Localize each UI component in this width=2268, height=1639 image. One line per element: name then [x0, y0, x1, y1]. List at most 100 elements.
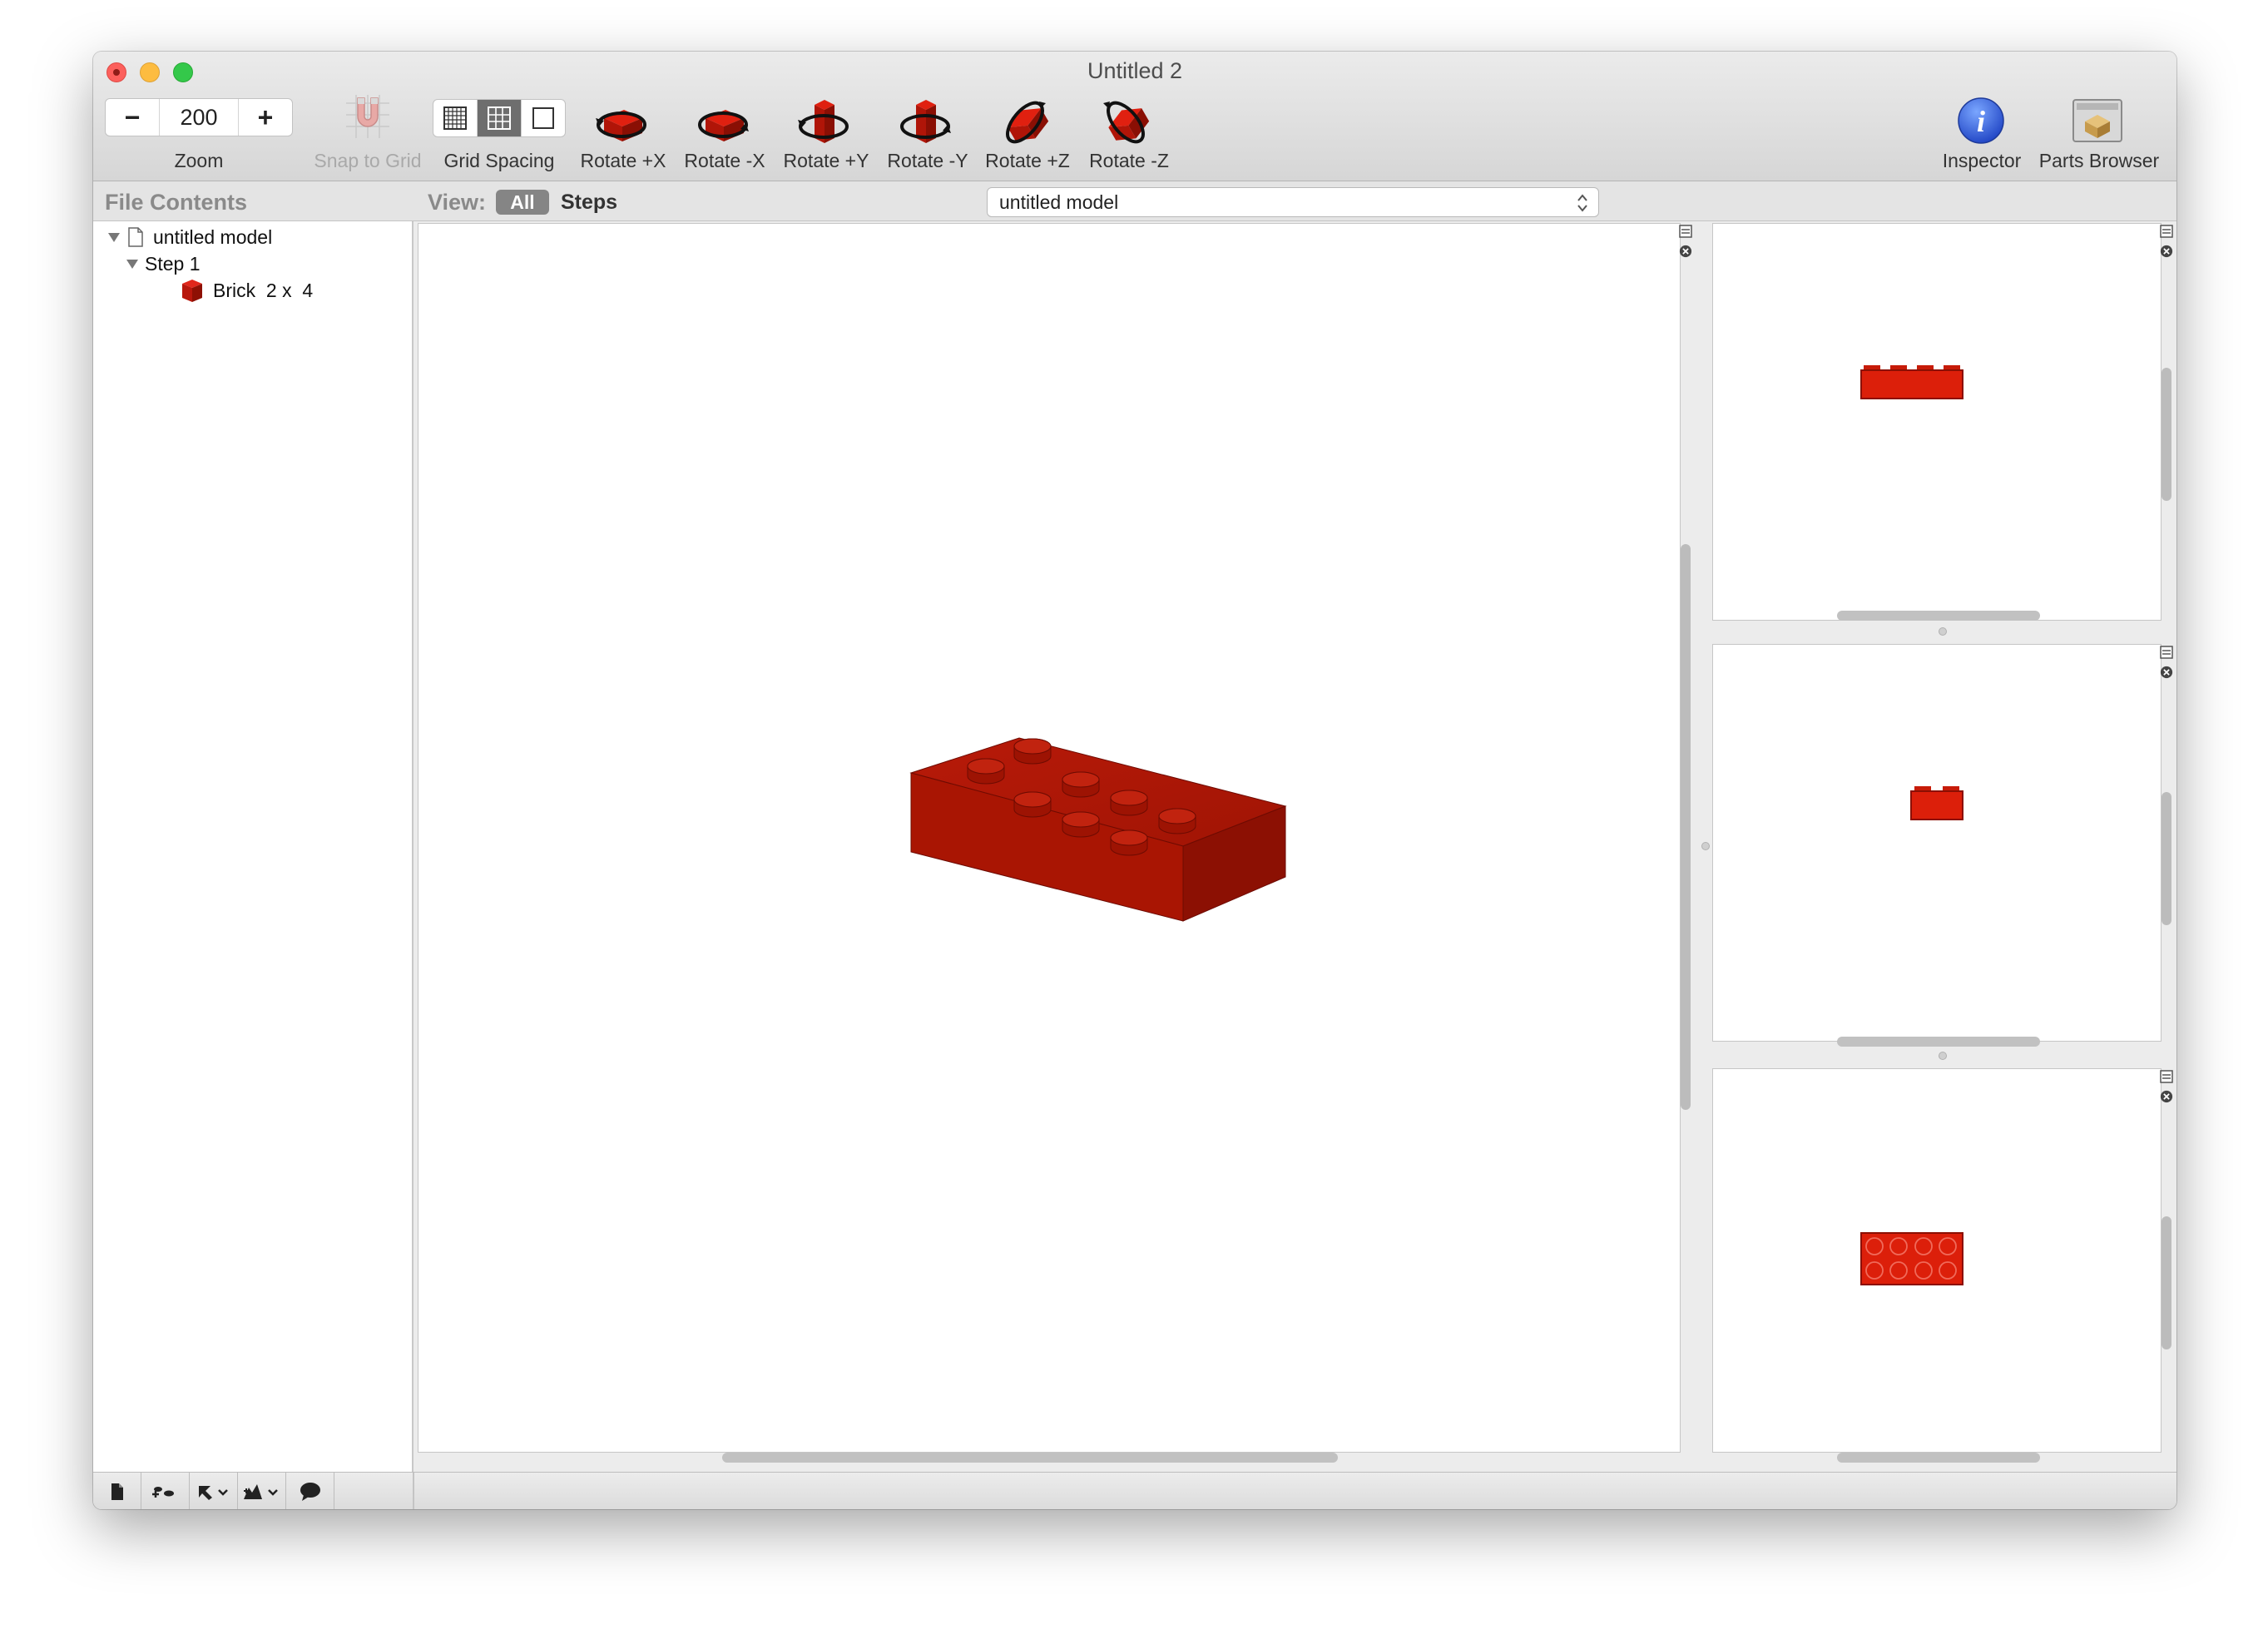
- tree-item-part[interactable]: Brick 2 x 4: [180, 278, 313, 303]
- grid-medium-option[interactable]: [478, 100, 522, 136]
- viewport-horizontal-scrollbar[interactable]: [722, 1453, 1338, 1463]
- model-select-value: untitled model: [999, 191, 1119, 213]
- add-model-button[interactable]: [238, 1473, 286, 1509]
- parts-box-icon: [2072, 99, 2122, 142]
- add-model-icon: [243, 1483, 278, 1499]
- magnet-icon: [346, 95, 389, 138]
- viewport-close-icon[interactable]: [1679, 245, 1692, 258]
- top-view-horizontal-scrollbar[interactable]: [1837, 1453, 2040, 1463]
- new-document-button[interactable]: [93, 1473, 141, 1509]
- grid-spacing-label: Grid Spacing: [443, 150, 555, 171]
- tree-item-step[interactable]: Step 1: [125, 251, 201, 276]
- model-select[interactable]: untitled model: [987, 187, 1599, 217]
- rotate-plus-y-label: Rotate +Y: [783, 150, 869, 171]
- top-view-split-icon[interactable]: [2160, 1070, 2173, 1083]
- grid-fine-option[interactable]: [433, 100, 478, 136]
- snap-to-grid-label: Snap to Grid: [314, 150, 422, 171]
- add-step-button[interactable]: [141, 1473, 190, 1509]
- front-splitter-handle[interactable]: [1939, 627, 1947, 636]
- rotate-plus-x-button[interactable]: [592, 93, 651, 156]
- disclosure-triangle-icon[interactable]: [125, 256, 140, 271]
- grid-coarse-option[interactable]: [522, 100, 565, 136]
- rotate-plus-y-button[interactable]: [795, 93, 853, 156]
- rotate-plus-x-icon: [596, 110, 646, 141]
- view-header-row: File Contents View: All Steps untitled m…: [93, 181, 2176, 221]
- rotate-plus-x-label: Rotate +X: [580, 150, 666, 171]
- toolbar: Untitled 2 − 200 + Zoom Snap to Grid Gri…: [93, 52, 2176, 181]
- updown-chevron-icon: [1577, 194, 1587, 212]
- zoom-label: Zoom: [174, 150, 224, 171]
- rotate-plus-z-icon: [1006, 101, 1049, 144]
- add-part-icon: [198, 1485, 228, 1500]
- rotate-plus-z-button[interactable]: [996, 93, 1054, 156]
- add-part-button[interactable]: [190, 1473, 238, 1509]
- rotate-minus-y-button[interactable]: [896, 93, 954, 156]
- brick-front-view: [1860, 365, 1963, 399]
- viewport-split-icon[interactable]: [1679, 225, 1692, 238]
- document-icon: [128, 227, 143, 247]
- inspector-label: Inspector: [1942, 150, 2022, 171]
- info-icon: i: [1958, 97, 2004, 144]
- rotate-minus-z-icon: [1103, 101, 1150, 144]
- front-view-vertical-scrollbar[interactable]: [2162, 368, 2171, 501]
- view-label: View:: [428, 190, 487, 215]
- tree-step-label: Step 1: [145, 252, 201, 275]
- rotate-minus-x-icon: [698, 110, 749, 141]
- rotate-minus-x-label: Rotate -X: [684, 150, 765, 171]
- zoom-in-button[interactable]: +: [239, 99, 292, 136]
- rotate-minus-z-button[interactable]: [1097, 93, 1155, 156]
- viewport-vertical-scrollbar[interactable]: [1681, 544, 1691, 1110]
- side-view-horizontal-scrollbar[interactable]: [1837, 1037, 2040, 1047]
- top-view-close-icon[interactable]: [2160, 1090, 2173, 1103]
- front-view-panel[interactable]: [1712, 223, 2162, 621]
- window-title: Untitled 2: [1087, 58, 1183, 83]
- side-view-close-icon[interactable]: [2160, 666, 2173, 679]
- parts-browser-button[interactable]: [2072, 97, 2123, 149]
- fine-grid-icon: [443, 106, 467, 130]
- tree-part-label: Brick 2 x 4: [213, 279, 314, 301]
- front-view-split-icon[interactable]: [2160, 225, 2173, 238]
- tree-model-label: untitled model: [153, 225, 273, 248]
- side-view-vertical-scrollbar[interactable]: [2162, 792, 2171, 925]
- brick-icon: [182, 280, 202, 302]
- front-view-close-icon[interactable]: [2160, 245, 2173, 258]
- zoom-value-field[interactable]: 200: [159, 99, 239, 136]
- rotate-plus-y-icon: [798, 100, 849, 143]
- rotate-minus-y-label: Rotate -Y: [887, 150, 968, 171]
- zoom-out-button[interactable]: −: [106, 99, 159, 136]
- brick-2x4-3d[interactable]: [418, 224, 1681, 1453]
- file-contents-title: File Contents: [105, 190, 248, 215]
- zoom-control: − 200 +: [105, 98, 293, 136]
- side-splitter-handle[interactable]: [1939, 1052, 1947, 1060]
- svg-text:i: i: [1977, 105, 1985, 138]
- main-window: Untitled 2 − 200 + Zoom Snap to Grid Gri…: [93, 52, 2176, 1509]
- add-step-icon: [151, 1486, 174, 1498]
- top-view-vertical-scrollbar[interactable]: [2162, 1216, 2171, 1349]
- bottom-bar-divider: [413, 1473, 414, 1509]
- front-view-horizontal-scrollbar[interactable]: [1837, 611, 2040, 621]
- brick-side-view: [1910, 786, 1963, 820]
- main-3d-viewport[interactable]: [418, 223, 1681, 1453]
- top-view-panel[interactable]: [1712, 1068, 2162, 1453]
- side-view-split-icon[interactable]: [2160, 646, 2173, 659]
- tree-item-model[interactable]: untitled model: [106, 225, 272, 250]
- add-comment-button[interactable]: [286, 1473, 334, 1509]
- brick-top-view: [1860, 1232, 1963, 1285]
- vertical-splitter-handle[interactable]: [1701, 842, 1710, 850]
- rotate-minus-z-label: Rotate -Z: [1089, 150, 1169, 171]
- rotate-minus-y-icon: [900, 100, 951, 143]
- bottom-bar: [93, 1472, 2176, 1509]
- parts-browser-label: Parts Browser: [2038, 150, 2160, 171]
- rotate-plus-z-label: Rotate +Z: [985, 150, 1070, 171]
- side-view-panel[interactable]: [1712, 644, 2162, 1042]
- snap-to-grid-button[interactable]: [343, 92, 393, 146]
- coarse-grid-icon: [532, 107, 554, 129]
- file-contents-sidebar: untitled model Step 1 Brick 2 x 4: [93, 221, 413, 1472]
- disclosure-triangle-icon[interactable]: [106, 230, 121, 245]
- view-steps-button[interactable]: Steps: [561, 191, 617, 215]
- rotate-minus-x-button[interactable]: [694, 93, 752, 156]
- view-all-button[interactable]: All: [496, 190, 549, 215]
- grid-spacing-control: [433, 99, 566, 137]
- medium-grid-icon: [488, 106, 511, 130]
- inspector-button[interactable]: i: [1957, 97, 2005, 149]
